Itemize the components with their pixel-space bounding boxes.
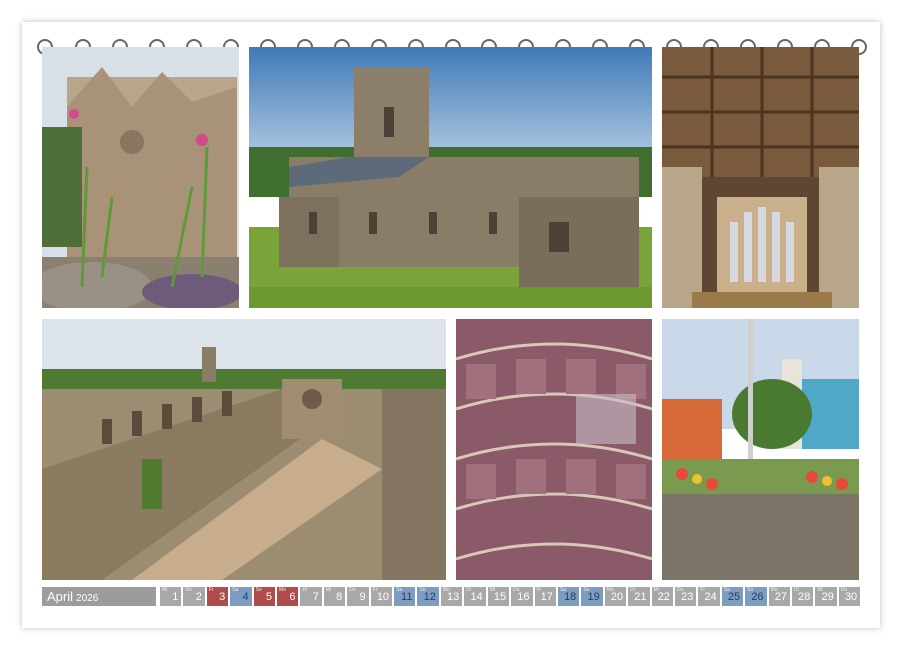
day-number: 6 <box>289 591 296 603</box>
day-cell: Di 7 <box>300 587 322 606</box>
weekday-label: Do <box>840 587 848 593</box>
day-cell: Fr 17 <box>534 587 556 606</box>
day-number: 5 <box>265 591 273 603</box>
weekday-label: Sa <box>559 587 567 593</box>
day-number: 11 <box>401 591 413 603</box>
photo-interior-organ <box>662 47 859 308</box>
year-label: 2026 <box>76 593 99 604</box>
day-number: 10 <box>376 591 390 603</box>
photo-town-square <box>662 319 859 580</box>
day-number: 29 <box>821 591 834 603</box>
day-cell: Sa 18 <box>557 587 580 606</box>
photo-cathedral <box>249 47 652 308</box>
day-number: 8 <box>336 591 343 603</box>
day-number: 28 <box>798 591 811 603</box>
weekday-label: Do <box>676 587 684 593</box>
day-cell: Mo 6 <box>277 587 299 606</box>
day-cell: So 19 <box>581 587 603 606</box>
day-cell: Fr 3 <box>206 587 229 606</box>
day-cell: Fr 24 <box>698 587 720 606</box>
weekday-label: Fr <box>208 587 214 593</box>
day-number: 15 <box>493 591 507 603</box>
day-number: 22 <box>657 591 670 603</box>
day-number: 14 <box>470 591 483 603</box>
weekday-label: Di <box>793 587 799 593</box>
day-cells: Mi 1 Do 2 Fr 3 Sa 4 So 5 Mo 6 Di 7 Mi 8 Do 9 Fr 10 Sa 11 So 12 M… <box>158 587 861 606</box>
day-cell: Sa 4 <box>230 587 252 606</box>
weekday-label: Mo <box>442 587 450 593</box>
weekday-label: Fr <box>372 587 378 593</box>
weekday-label: Fr <box>700 587 706 593</box>
calendar-bar: April 2026 Mi 1 Do 2 Fr 3 Sa 4 So 5 Mo 6 Di 7 Mi 8 Do 9 Fr 1… <box>42 587 861 606</box>
weekday-label: Mo <box>279 587 286 593</box>
weekday-label: Fr <box>536 587 542 593</box>
day-cell: Di 14 <box>464 587 486 606</box>
day-cell: Sa 11 <box>394 587 416 606</box>
photo-palace-ruins <box>42 319 446 580</box>
weekday-label: Sa <box>396 587 403 593</box>
day-number: 17 <box>540 591 553 603</box>
day-number: 1 <box>172 591 179 603</box>
weekday-label: So <box>255 587 262 593</box>
weekday-label: Sa <box>723 587 730 593</box>
weekday-label: Di <box>466 587 472 593</box>
weekday-label: So <box>747 587 754 593</box>
day-cell: Mi 1 <box>160 587 182 606</box>
weekday-label: Mo <box>606 587 614 593</box>
weekday-label: Mi <box>162 587 168 593</box>
day-cell: Mi 15 <box>487 587 510 606</box>
day-cell: Fr 10 <box>370 587 393 606</box>
weekday-label: Mi <box>489 587 495 593</box>
weekday-label: Di <box>302 587 308 593</box>
day-cell: Mi 22 <box>651 587 673 606</box>
day-number: 4 <box>242 591 249 603</box>
weekday-label: So <box>419 587 426 593</box>
weekday-label: Do <box>185 587 192 593</box>
day-number: 21 <box>634 591 647 603</box>
weekday-label: Sa <box>232 587 239 593</box>
day-cell: So 5 <box>253 587 276 606</box>
day-cell: So 12 <box>417 587 439 606</box>
photo-ruins-flowers <box>42 47 239 308</box>
day-cell: Mo 13 <box>440 587 463 606</box>
month-label: April 2026 <box>42 587 156 606</box>
day-number: 2 <box>195 591 202 603</box>
weekday-label: Do <box>513 587 520 593</box>
day-cell: Di 21 <box>628 587 650 606</box>
weekday-label: Mi <box>325 587 332 593</box>
day-cell: Sa 25 <box>721 587 744 606</box>
weekday-label: Di <box>630 587 635 593</box>
day-cell: Mo 20 <box>604 587 627 606</box>
weekday-label: Do <box>349 587 356 593</box>
day-cell: Mo 27 <box>768 587 790 606</box>
day-number: 24 <box>704 591 717 603</box>
weekday-label: So <box>583 587 590 593</box>
day-number: 9 <box>359 591 366 603</box>
day-cell: Do 30 <box>838 587 861 606</box>
weekday-label: Mi <box>817 587 823 593</box>
day-cell: Mi 8 <box>323 587 346 606</box>
day-cell: Di 28 <box>791 587 814 606</box>
day-number: 3 <box>219 591 226 603</box>
day-cell: Do 9 <box>347 587 369 606</box>
day-cell: Do 2 <box>183 587 205 606</box>
weekday-label: Mo <box>770 587 778 593</box>
weekday-label: Mi <box>653 587 659 593</box>
day-number: 7 <box>312 591 319 603</box>
day-cell: So 26 <box>745 587 767 606</box>
day-cell: Do 16 <box>511 587 533 606</box>
day-cell: Mi 29 <box>815 587 837 606</box>
day-cell: Do 23 <box>674 587 697 606</box>
photo-arch-detail <box>456 319 652 580</box>
